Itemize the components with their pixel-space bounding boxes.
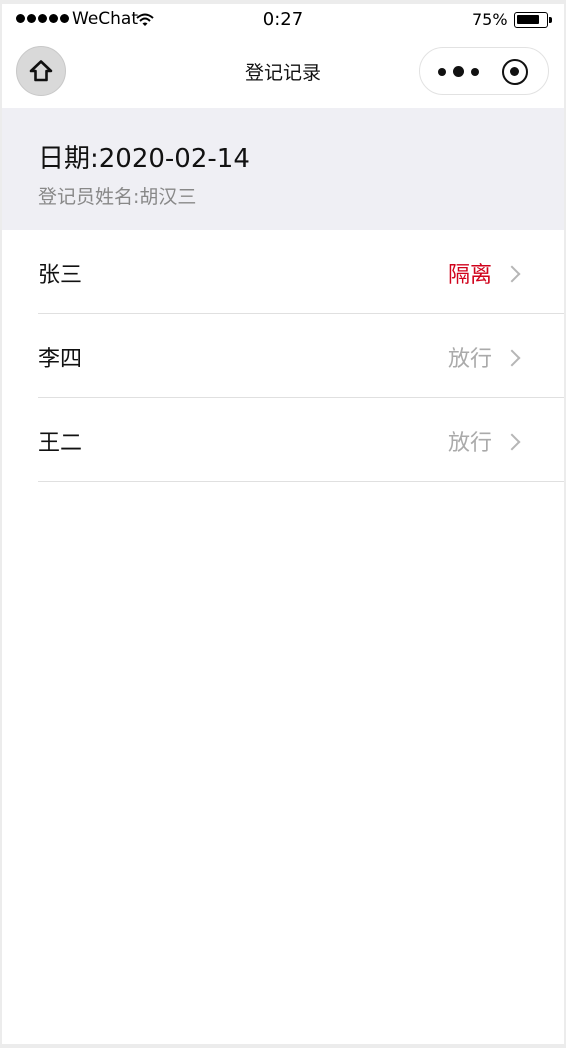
status-label: 隔离	[447, 263, 492, 288]
close-mini-program-icon[interactable]	[502, 59, 528, 85]
record-row[interactable]: 张三 隔离	[2, 230, 564, 314]
status-label: 放行	[447, 347, 492, 372]
registrar-name: 登记员姓名:胡汉三	[38, 186, 197, 208]
person-name: 王二	[38, 431, 83, 456]
divider	[38, 481, 564, 482]
person-name: 张三	[38, 263, 83, 288]
phone-screen: WeChat 0:27 75% 登记记录 日期:2020-02-14 登记员姓名…	[2, 4, 564, 1044]
more-menu-icon[interactable]	[436, 62, 484, 82]
battery-icon	[514, 12, 552, 28]
person-name: 李四	[38, 347, 83, 372]
chevron-right-icon	[503, 433, 521, 451]
status-label: 放行	[447, 431, 492, 456]
record-info-header: 日期:2020-02-14 登记员姓名:胡汉三	[2, 108, 564, 230]
chevron-right-icon	[503, 265, 521, 283]
record-row[interactable]: 王二 放行	[2, 398, 564, 482]
record-list: 张三 隔离 李四 放行 王二 放行	[2, 230, 564, 482]
record-row[interactable]: 李四 放行	[2, 314, 564, 398]
record-date: 日期:2020-02-14	[38, 144, 250, 174]
status-bar: WeChat 0:27 75%	[2, 4, 564, 36]
chevron-right-icon	[503, 349, 521, 367]
mini-program-capsule	[419, 47, 549, 95]
battery-percent: 75%	[472, 10, 508, 29]
nav-bar: 登记记录	[2, 36, 564, 108]
